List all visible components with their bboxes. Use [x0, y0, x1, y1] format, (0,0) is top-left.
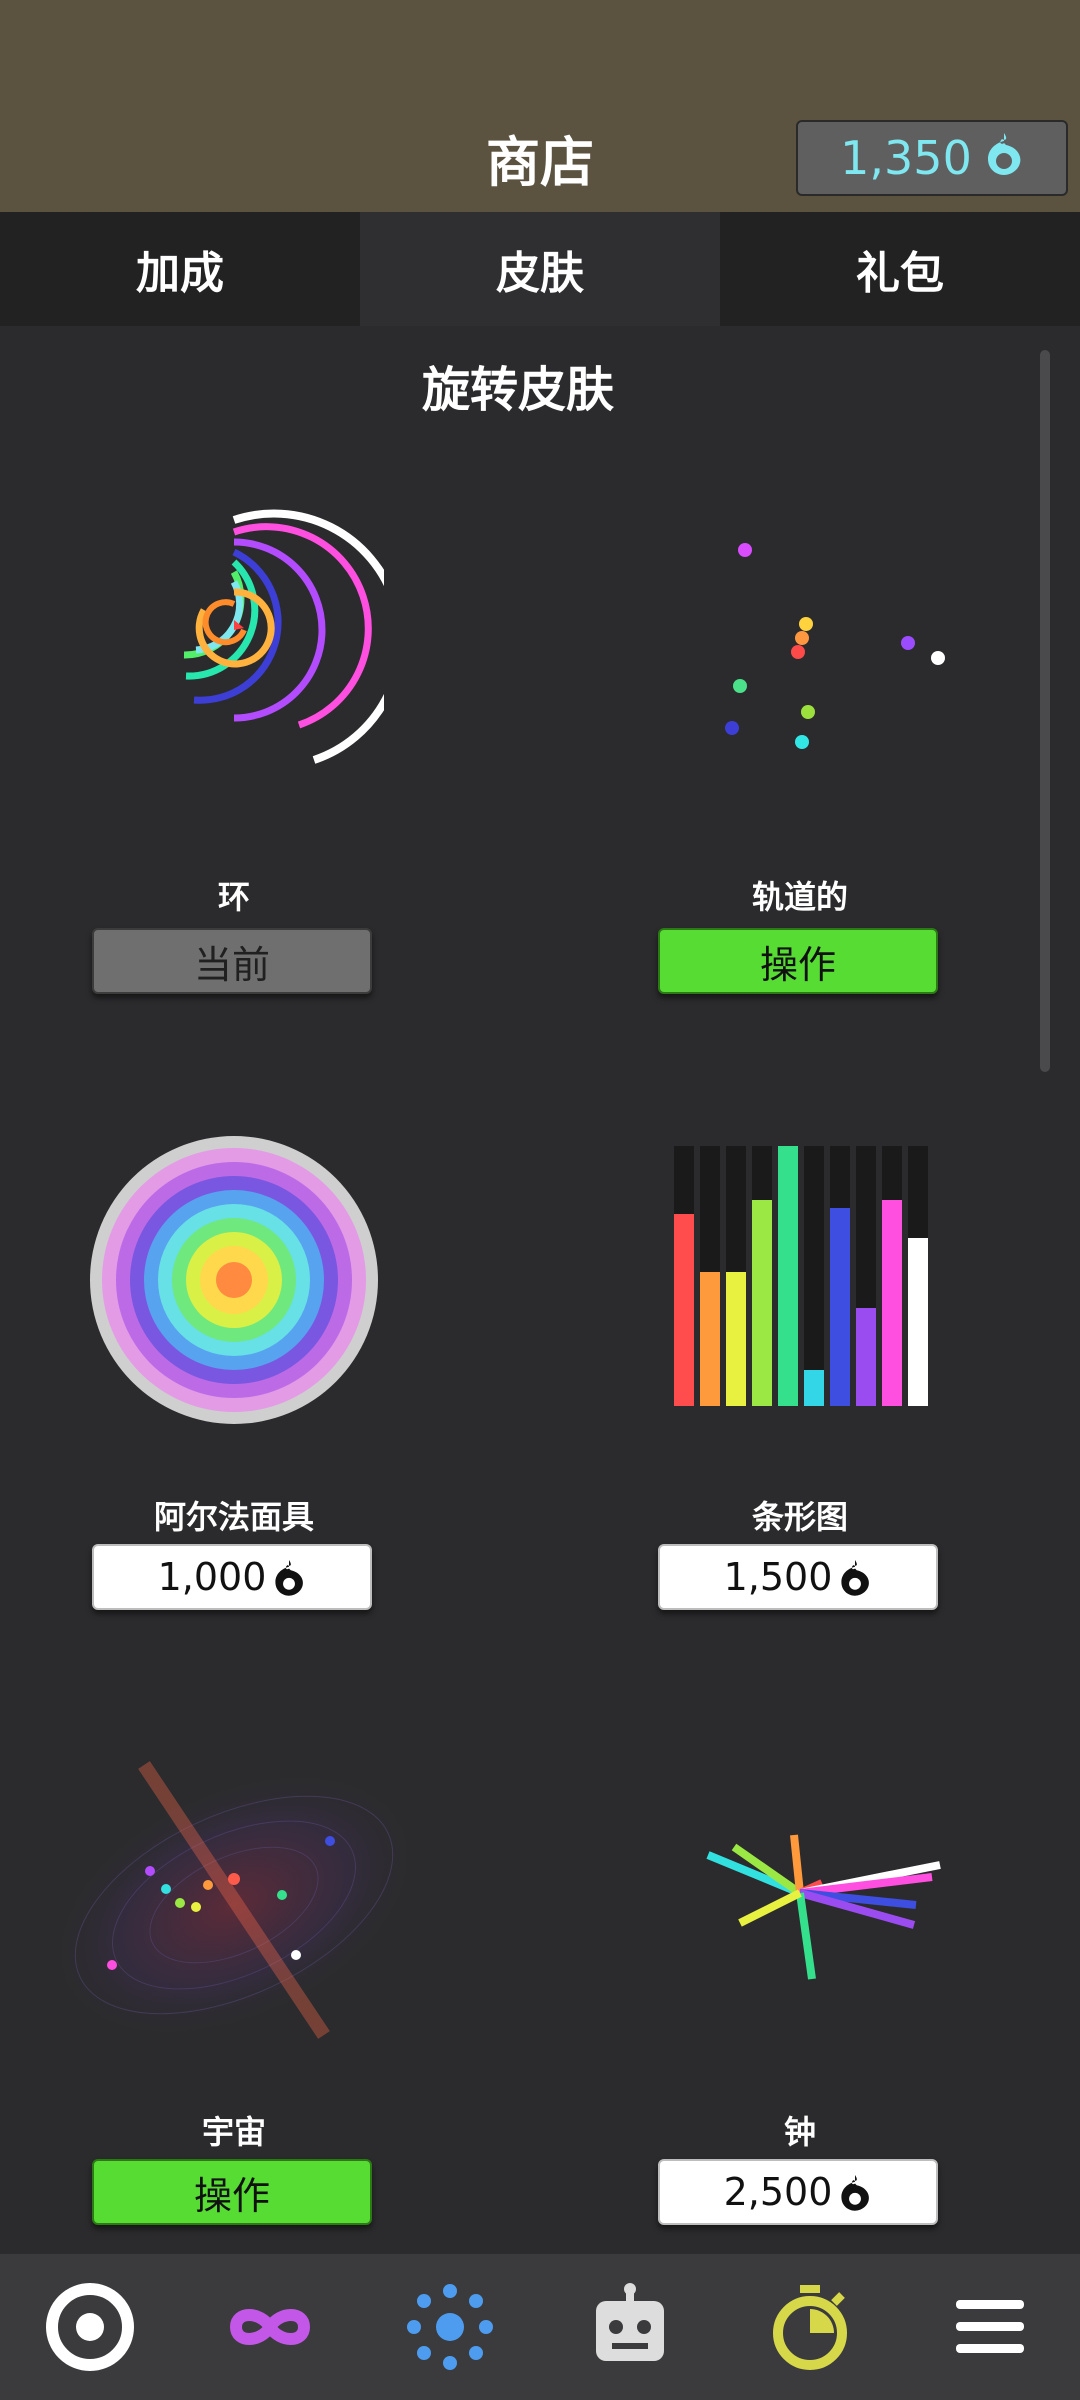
clock-skin-preview [706, 1834, 941, 1980]
nav-target[interactable] [30, 2267, 150, 2387]
current-button[interactable]: 当前 [92, 928, 372, 994]
price-value: 1,000 [157, 1555, 267, 1599]
nav-robot[interactable] [570, 2267, 690, 2387]
price-button[interactable]: 1,500 [658, 1544, 938, 1610]
coin-icon [275, 1560, 304, 1596]
price-value: 2,500 [723, 2170, 833, 2214]
nav-stopwatch[interactable] [750, 2267, 870, 2387]
coin-balance[interactable]: 1,350 [796, 120, 1068, 196]
skin-name: 宇宙 [201, 2113, 266, 2151]
orbital-skin-preview [725, 543, 945, 749]
scrollbar[interactable] [1040, 350, 1050, 1072]
skin-name: 阿尔法面具 [153, 1498, 314, 1536]
coin-icon [841, 1560, 870, 1596]
dots-circle-icon [407, 2284, 493, 2370]
skin-name: 环 [217, 878, 250, 916]
price-button[interactable]: 2,500 [658, 2159, 938, 2225]
target-icon [46, 2283, 134, 2371]
coin-icon [984, 131, 1024, 186]
tab-skins[interactable]: 皮肤 [360, 212, 720, 326]
section-title: 旋转皮肤 [421, 362, 614, 418]
skin-name: 钟 [783, 2113, 816, 2151]
stopwatch-icon [773, 2285, 847, 2370]
price-button[interactable]: 1,000 [92, 1544, 372, 1610]
skin-card-cosmos[interactable]: 宇宙 操作 [45, 1735, 423, 2235]
cosmos-skin-preview [45, 1761, 423, 2043]
skin-card-ring[interactable]: 环 当前 [84, 500, 384, 1000]
skin-name: 轨道的 [751, 878, 848, 916]
alpha-mask-skin-preview [90, 1136, 378, 1424]
action-button[interactable]: 操作 [92, 2159, 372, 2225]
bar-chart-skin-preview [674, 1146, 928, 1406]
nav-dots[interactable] [390, 2267, 510, 2387]
nav-infinity[interactable] [210, 2267, 330, 2387]
nav-menu[interactable] [930, 2267, 1050, 2387]
infinity-icon [229, 2309, 311, 2345]
ring-skin-preview [183, 509, 384, 764]
price-value: 1,500 [723, 1555, 833, 1599]
skin-card-orbital[interactable]: 轨道的 操作 [650, 500, 950, 1000]
skin-card-bar-chart[interactable]: 条形图 1,500 [650, 1120, 950, 1620]
menu-icon [956, 2300, 1024, 2353]
skin-card-clock[interactable]: 钟 2,500 [650, 1735, 950, 2235]
coin-balance-value: 1,350 [840, 131, 972, 185]
skin-card-alpha-mask[interactable]: 阿尔法面具 1,000 [84, 1120, 384, 1620]
skin-name: 条形图 [751, 1498, 848, 1536]
coin-icon [841, 2175, 870, 2211]
robot-icon [596, 2283, 664, 2361]
tab-packs[interactable]: 礼包 [720, 212, 1080, 326]
bottom-nav [0, 2254, 1080, 2400]
tab-boosts[interactable]: 加成 [0, 212, 360, 326]
action-button[interactable]: 操作 [658, 928, 938, 994]
tab-bar: 加成 皮肤 礼包 [0, 212, 1080, 326]
